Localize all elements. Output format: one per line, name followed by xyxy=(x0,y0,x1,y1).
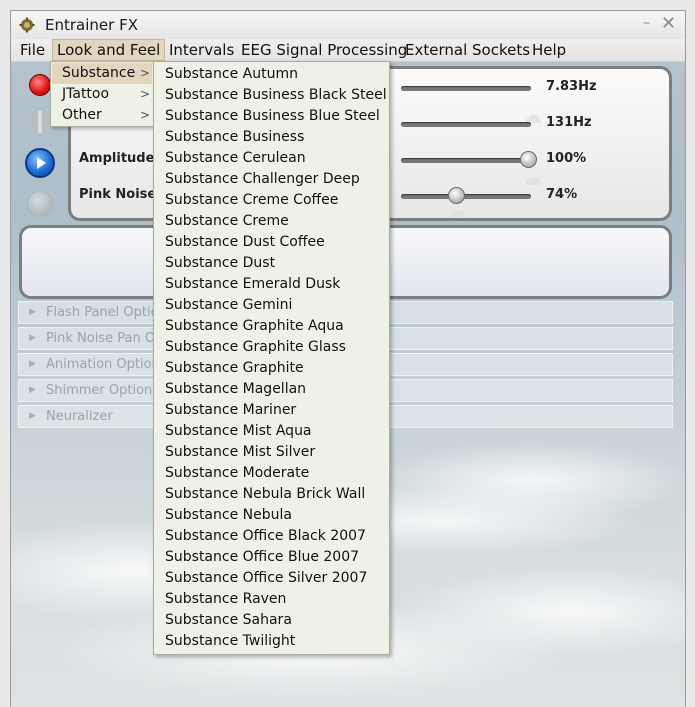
close-button[interactable]: ✕ xyxy=(661,13,676,34)
substance-skin-menu-item[interactable]: Substance Nebula xyxy=(165,505,292,526)
menu-file[interactable]: File xyxy=(16,40,49,60)
pitch-slider-track[interactable] xyxy=(401,122,531,127)
substance-skin-menu-item[interactable]: Substance Challenger Deep xyxy=(165,169,360,190)
substance-skin-menu-item[interactable]: Substance Office Black 2007 xyxy=(165,526,366,547)
substance-skin-menu-item[interactable]: Substance Creme Coffee xyxy=(165,190,338,211)
pink-noise-slider-track[interactable] xyxy=(401,194,531,199)
substance-skin-menu-item[interactable]: Substance Business Black Steel xyxy=(165,85,387,106)
look-and-feel-dropdown: Substance > JTattoo > Other > xyxy=(50,61,154,127)
substance-skin-menu-item[interactable]: Substance Dust Coffee xyxy=(165,232,325,253)
pink-noise-slider-thumb[interactable] xyxy=(448,187,465,204)
substance-skin-menu-item[interactable]: Substance Moderate xyxy=(165,463,309,484)
menu-eeg-signal-processing[interactable]: EEG Signal Processing xyxy=(237,40,411,60)
menu-help[interactable]: Help xyxy=(528,40,570,60)
amplitude-label: Amplitude xyxy=(79,151,155,166)
slider-thumb xyxy=(526,177,541,185)
expand-arrow-icon: ▶ xyxy=(29,333,36,343)
substance-skin-menu-item[interactable]: Substance Mist Aqua xyxy=(165,421,312,442)
substance-skin-menu-item[interactable]: Substance Graphite Aqua xyxy=(165,316,344,337)
minimize-button[interactable]: – xyxy=(643,15,650,31)
pink-noise-value: 74% xyxy=(546,187,578,202)
expand-arrow-icon: ▶ xyxy=(29,385,36,395)
menu-bar: File Look and Feel Intervals EEG Signal … xyxy=(11,39,685,62)
substance-skin-menu-item[interactable]: Substance Graphite Glass xyxy=(165,337,346,358)
menu-external-sockets[interactable]: External Sockets xyxy=(401,40,534,60)
chevron-right-icon: > xyxy=(140,66,151,80)
menu-item-jtattoo[interactable]: JTattoo > xyxy=(52,84,152,105)
substance-skin-menu-item[interactable]: Substance Sahara xyxy=(165,610,292,631)
menu-look-and-feel[interactable]: Look and Feel xyxy=(52,39,166,61)
play-icon xyxy=(37,157,46,169)
substance-skin-menu-item[interactable]: Substance Twilight xyxy=(165,631,295,652)
expand-arrow-icon: ▶ xyxy=(29,411,36,421)
substance-skins-submenu: Substance Autumn Substance Business Black… xyxy=(153,61,390,655)
frequency-slider-track[interactable] xyxy=(401,86,531,91)
substance-skin-menu-item[interactable]: Substance Cerulean xyxy=(165,148,306,169)
substance-skin-menu-item[interactable]: Substance Business xyxy=(165,127,304,148)
amplitude-slider-thumb[interactable] xyxy=(520,151,537,168)
gear-logo-icon xyxy=(19,17,35,33)
amplitude-slider-track[interactable] xyxy=(401,158,531,163)
record-button[interactable] xyxy=(29,74,51,96)
pink-noise-label: Pink Noise xyxy=(79,187,157,202)
amplitude-value: 100% xyxy=(546,151,587,166)
expand-arrow-icon: ▶ xyxy=(29,359,36,369)
substance-skin-menu-item[interactable]: Substance Office Silver 2007 xyxy=(165,568,367,589)
menu-item-other[interactable]: Other > xyxy=(52,105,152,126)
substance-skin-menu-item[interactable]: Substance Creme xyxy=(165,211,289,232)
substance-skin-menu-item[interactable]: Substance Nebula Brick Wall xyxy=(165,484,365,505)
substance-skin-menu-item[interactable]: Substance Emerald Dusk xyxy=(165,274,340,295)
pause-button[interactable] xyxy=(29,111,51,133)
chevron-right-icon: > xyxy=(140,108,151,122)
menu-item-substance[interactable]: Substance > xyxy=(52,63,152,84)
substance-skin-menu-item[interactable]: Substance Autumn xyxy=(165,64,298,85)
title-bar[interactable]: Entrainer FX – ✕ xyxy=(11,11,685,39)
substance-skin-menu-item[interactable]: Substance Graphite xyxy=(165,358,304,379)
window-title: Entrainer FX xyxy=(45,16,138,34)
substance-skin-menu-item[interactable]: Substance Raven xyxy=(165,589,286,610)
expand-arrow-icon: ▶ xyxy=(29,307,36,317)
menu-intervals[interactable]: Intervals xyxy=(165,40,238,60)
frequency-value: 7.83Hz xyxy=(546,79,597,94)
substance-skin-menu-item[interactable]: Substance Business Blue Steel xyxy=(165,106,380,127)
substance-skin-menu-item[interactable]: Substance Mist Silver xyxy=(165,442,315,463)
substance-skin-menu-item[interactable]: Substance Dust xyxy=(165,253,275,274)
slider-thumb xyxy=(451,211,466,217)
chevron-right-icon: > xyxy=(140,87,151,101)
substance-skin-menu-item[interactable]: Substance Office Blue 2007 xyxy=(165,547,359,568)
substance-skin-menu-item[interactable]: Substance Gemini xyxy=(165,295,292,316)
substance-skin-menu-item[interactable]: Substance Magellan xyxy=(165,379,306,400)
substance-skin-menu-item[interactable]: Substance Mariner xyxy=(165,400,296,421)
stop-button[interactable] xyxy=(27,191,53,217)
play-button[interactable] xyxy=(25,148,55,178)
pitch-value: 131Hz xyxy=(546,115,592,130)
